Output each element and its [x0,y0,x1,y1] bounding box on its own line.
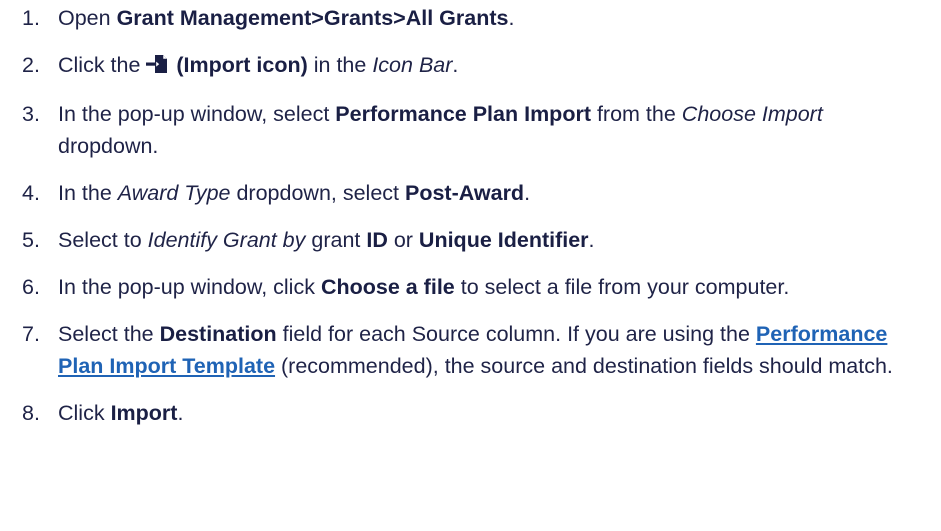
step-5: 5. Select to Identify Grant by grant ID … [0,224,918,256]
menu-path: Grant Management>Grants>All Grants [116,6,509,30]
step-text: In the pop-up window, select [58,102,336,126]
step-text: Select to [58,228,148,252]
step-text: field for each Source column. If you are… [276,322,756,346]
step-text: grant [305,228,367,252]
step-text: to select a file from your computer. [454,275,790,299]
step-text: (recommended), the source and destinatio… [275,354,893,378]
step-number: 5. [22,228,40,252]
field-name: Identify Grant by [147,228,306,252]
step-number: 4. [22,181,40,205]
step-text: . [452,53,459,77]
step-text: Open [58,6,117,30]
id-option: ID [366,228,388,252]
step-7: 7. Select the Destination field for each… [0,318,918,382]
dropdown-name: Choose Import [681,102,823,126]
step-text: . [508,6,515,30]
destination-label: Destination [159,322,277,346]
import-icon [146,51,168,83]
step-4: 4. In the Award Type dropdown, select Po… [0,177,918,209]
import-icon-label: (Import icon) [170,53,308,77]
unique-identifier-option: Unique Identifier [418,228,589,252]
choose-file-label: Choose a file [320,275,455,299]
step-2: 2. Click the (Import icon) in the Icon B… [0,49,918,83]
import-option: Performance Plan Import [335,102,591,126]
instruction-steps: 1. Open Grant Management>Grants>All Gran… [0,2,941,429]
step-text: . [588,228,595,252]
icon-bar-term: Icon Bar [372,53,453,77]
step-text: from the [590,102,682,126]
dropdown-name: Award Type [117,181,231,205]
step-text: In the pop-up window, click [58,275,321,299]
step-1: 1. Open Grant Management>Grants>All Gran… [0,2,918,34]
step-number: 2. [22,53,40,77]
step-text: . [177,401,184,425]
step-number: 3. [22,102,40,126]
step-3: 3. In the pop-up window, select Performa… [0,98,918,162]
step-text: or [387,228,419,252]
step-text: . [524,181,531,205]
step-6: 6. In the pop-up window, click Choose a … [0,271,918,303]
step-8: 8. Click Import. [0,397,918,429]
step-text: dropdown. [58,134,159,158]
step-text: Click the [58,53,147,77]
award-type-option: Post-Award [405,181,525,205]
step-number: 7. [22,322,40,346]
import-label: Import [110,401,178,425]
step-text: dropdown, select [230,181,405,205]
step-number: 8. [22,401,40,425]
step-text: Click [58,401,111,425]
step-text: in the [307,53,373,77]
step-text: Select the [58,322,160,346]
step-text: In the [58,181,118,205]
step-number: 1. [22,6,40,30]
step-number: 6. [22,275,40,299]
